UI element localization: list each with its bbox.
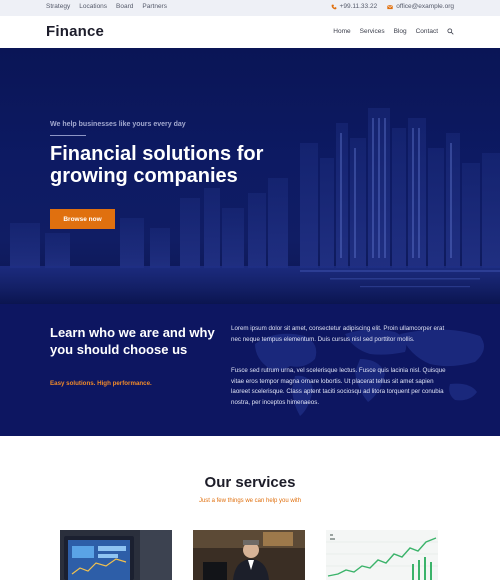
nav-home[interactable]: Home	[333, 28, 350, 35]
about-paragraph-2: Fusce sed rutrum urna, vel scelerisque l…	[231, 367, 446, 406]
top-link-locations[interactable]: Locations	[79, 3, 107, 10]
about-heading: Learn who we are and why you should choo…	[50, 325, 215, 357]
top-link-strategy[interactable]: Strategy	[46, 3, 70, 10]
hero-title: Financial solutions for growing companie…	[50, 143, 264, 187]
email-item[interactable]: office@example.org	[387, 3, 454, 10]
nav-services[interactable]: Services	[360, 28, 385, 35]
laptop-dashboard-image	[60, 530, 172, 580]
browse-now-button[interactable]: Browse now	[50, 209, 115, 229]
phone-item[interactable]: +99.11.33.22	[331, 3, 378, 10]
top-link-board[interactable]: Board	[116, 3, 133, 10]
services-subtitle: Just a few things we can help you with	[198, 498, 302, 504]
about-section: Learn who we are and why you should choo…	[0, 304, 500, 436]
services-title: Our services	[204, 474, 296, 491]
site-logo[interactable]: Finance	[46, 23, 104, 40]
email-address: office@example.org	[396, 3, 454, 10]
hero-section: We help businesses like yours every day …	[0, 48, 500, 304]
search-icon[interactable]	[447, 28, 454, 35]
top-link-partners[interactable]: Partners	[142, 3, 167, 10]
top-contact: +99.11.33.22 office@example.org	[331, 3, 454, 10]
hero-eyebrow: We help businesses like yours every day	[50, 121, 186, 128]
phone-number: +99.11.33.22	[339, 3, 378, 10]
hero-divider	[50, 135, 86, 136]
service-card-3[interactable]	[326, 530, 438, 580]
about-paragraph-1: Lorem ipsum dolor sit amet, consectetur …	[231, 325, 445, 343]
services-section: Our services Just a few things we can he…	[0, 436, 500, 580]
top-bar: Strategy Locations Board Partners +99.11…	[0, 0, 500, 16]
service-card-1[interactable]	[60, 530, 172, 580]
businessman-image	[193, 530, 305, 580]
envelope-icon	[387, 4, 394, 9]
phone-icon	[331, 4, 336, 9]
about-tagline: Easy solutions. High performance.	[50, 380, 152, 387]
nav-contact[interactable]: Contact	[416, 28, 438, 35]
service-card-2[interactable]	[193, 530, 305, 580]
stock-chart-image	[326, 530, 438, 580]
main-nav: Home Services Blog Contact	[333, 28, 454, 35]
site-header: Finance Home Services Blog Contact	[0, 16, 500, 48]
top-links: Strategy Locations Board Partners	[46, 3, 167, 10]
nav-blog[interactable]: Blog	[394, 28, 407, 35]
